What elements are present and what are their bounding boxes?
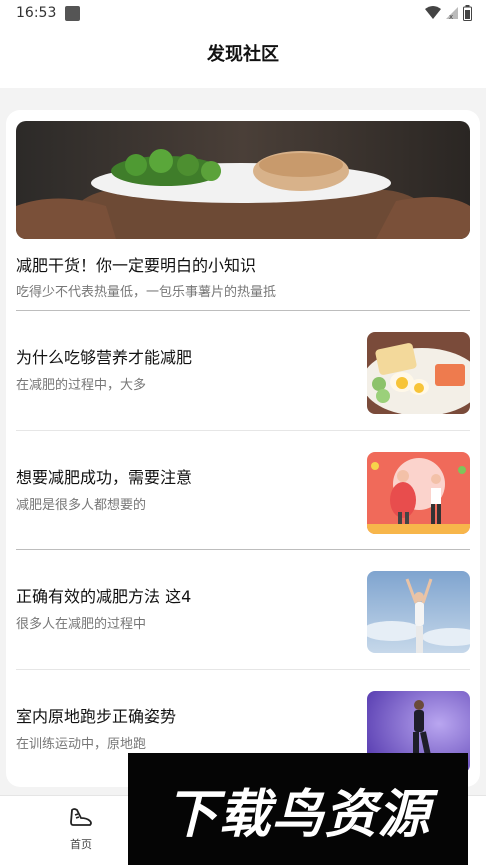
- weightloss-illustration-image: [367, 452, 470, 534]
- featured-image-art: [16, 121, 470, 239]
- sneaker-icon: [70, 808, 92, 826]
- tab-home-label: 首页: [70, 838, 92, 851]
- article-item[interactable]: 想要减肥成功，需要注意 减肥是很多人都想要的: [16, 452, 470, 534]
- article-title[interactable]: 想要减肥成功，需要注意: [16, 464, 192, 488]
- svg-text:x: x: [449, 13, 453, 20]
- article-item[interactable]: 为什么吃够营养才能减肥 在减肥的过程中，大多: [16, 332, 470, 414]
- divider: [16, 549, 470, 550]
- page-header: 发现社区: [0, 28, 486, 88]
- article-subtitle: 减肥是很多人都想要的: [16, 498, 147, 513]
- article-subtitle: 很多人在减肥的过程中: [16, 617, 147, 632]
- food-plate-image: [367, 332, 470, 414]
- article-feed-card: 减肥干货！你一定要明白的小知识 吃得少不代表热量低，一包乐事薯片的热量抵 为什么…: [6, 110, 480, 787]
- exercise-sky-image: [367, 571, 470, 653]
- status-time: 16:53: [16, 5, 57, 21]
- article-title[interactable]: 为什么吃够营养才能减肥: [16, 344, 192, 368]
- status-bar: 16:53 x: [0, 0, 486, 28]
- watermark: 下载鸟资源: [128, 753, 468, 865]
- article-item[interactable]: 正确有效的减肥方法 这4 很多人在减肥的过程中: [16, 571, 470, 653]
- article-title[interactable]: 正确有效的减肥方法 这4: [16, 583, 191, 607]
- article-subtitle: 在减肥的过程中，大多: [16, 378, 147, 393]
- featured-subtitle: 吃得少不代表热量低，一包乐事薯片的热量抵: [16, 285, 277, 300]
- divider: [16, 430, 470, 431]
- tab-home[interactable]: 首页: [51, 806, 111, 852]
- article-thumbnail[interactable]: [367, 571, 470, 653]
- wifi-icon: [425, 6, 441, 19]
- signal-icon: x: [446, 7, 458, 20]
- status-icons: x: [425, 5, 472, 21]
- page-title: 发现社区: [207, 44, 279, 65]
- featured-title[interactable]: 减肥干货！你一定要明白的小知识: [16, 252, 256, 276]
- article-thumbnail[interactable]: [367, 452, 470, 534]
- divider: [16, 310, 470, 311]
- watermark-text: 下载鸟资源: [165, 784, 431, 845]
- article-subtitle: 在训练运动中，原地跑: [16, 737, 147, 752]
- featured-image[interactable]: [16, 121, 470, 239]
- divider: [16, 669, 470, 670]
- article-thumbnail[interactable]: [367, 332, 470, 414]
- battery-icon: [463, 5, 472, 21]
- notification-app-icon: [65, 6, 80, 21]
- article-title[interactable]: 室内原地跑步正确姿势: [16, 703, 176, 727]
